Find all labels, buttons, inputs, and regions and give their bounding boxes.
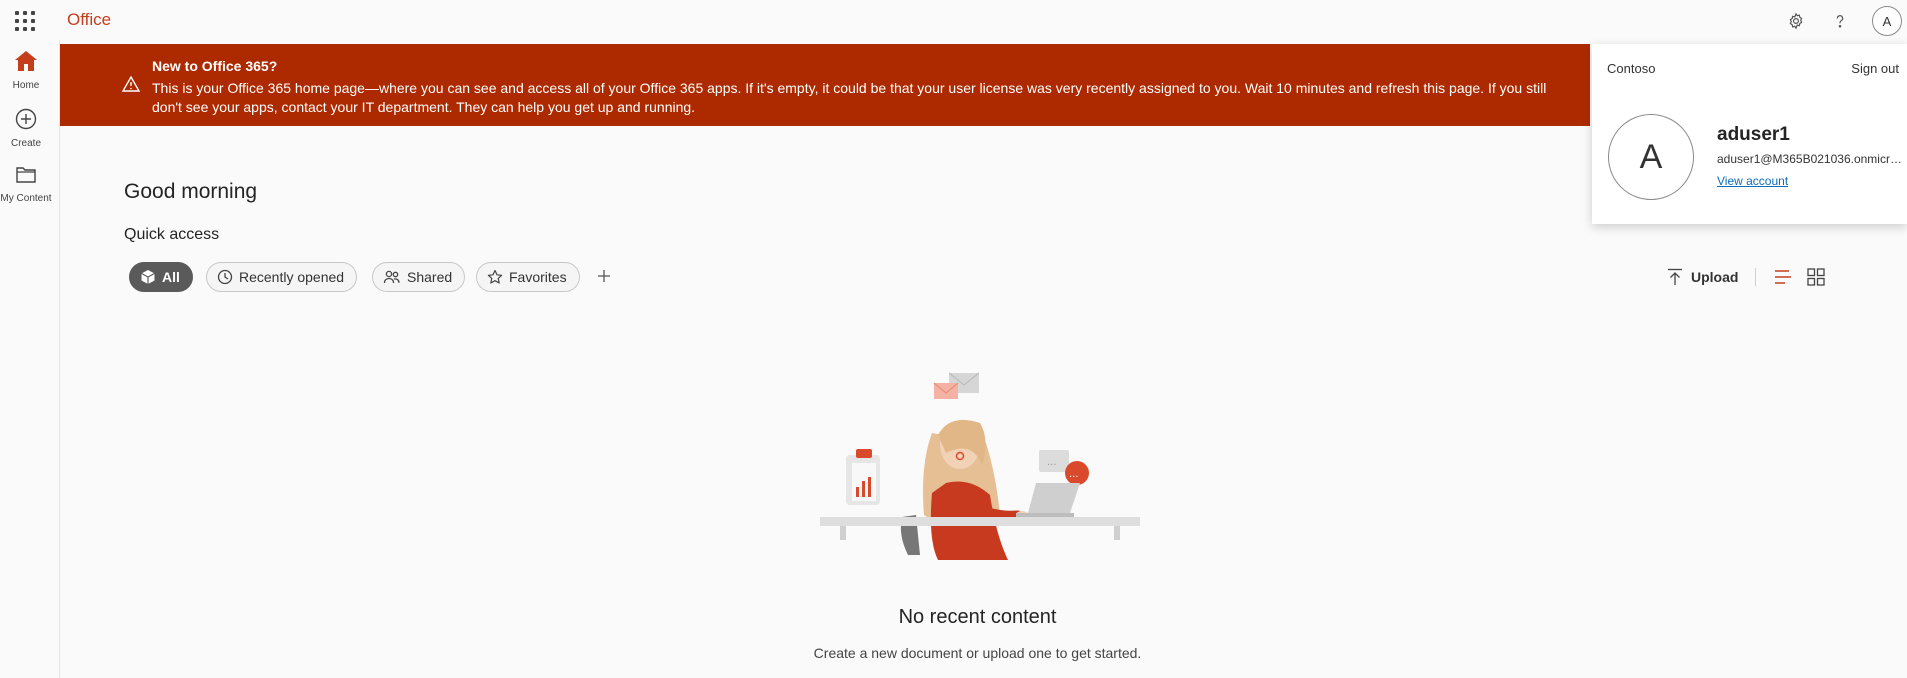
- filter-recently-opened-label: Recently opened: [239, 269, 345, 285]
- filter-favorites-label: Favorites: [509, 269, 567, 285]
- empty-state-subtitle: Create a new document or upload one to g…: [813, 645, 1142, 661]
- sign-out-link[interactable]: Sign out: [1851, 61, 1899, 76]
- welcome-banner: New to Office 365? This is your Office 3…: [60, 44, 1590, 126]
- account-avatar-large: A: [1608, 114, 1694, 200]
- help-icon[interactable]: [1827, 8, 1853, 34]
- folder-icon: [16, 167, 36, 183]
- rail-item-my-content[interactable]: My Content: [0, 165, 52, 204]
- settings-gear-icon[interactable]: [1783, 8, 1809, 34]
- add-filter-plus-icon[interactable]: [594, 266, 614, 286]
- filter-all-button[interactable]: All: [129, 262, 193, 292]
- svg-text:...: ...: [1069, 469, 1079, 480]
- rail-label-home: Home: [12, 80, 40, 91]
- people-icon: [383, 270, 400, 284]
- greeting-title: Good morning: [124, 180, 258, 203]
- rail-label-create: Create: [10, 138, 41, 149]
- filter-shared-button[interactable]: Shared: [372, 262, 466, 292]
- account-avatar[interactable]: A: [1872, 6, 1902, 36]
- app-launcher-icon[interactable]: [13, 9, 35, 31]
- star-icon: [487, 269, 503, 284]
- rail-item-create[interactable]: Create: [0, 108, 52, 149]
- office-brand[interactable]: Office: [67, 10, 111, 30]
- quick-access-heading: Quick access: [124, 226, 220, 243]
- tenant-name: Contoso: [1607, 61, 1656, 76]
- plus-circle-icon: [15, 108, 37, 130]
- top-bar: Office A: [0, 0, 1907, 40]
- rail-item-home[interactable]: Home: [0, 50, 52, 91]
- empty-state-illustration: ... ...: [820, 372, 1140, 560]
- view-account-link[interactable]: View account: [1717, 174, 1788, 188]
- rail-label-my-content: My Content: [0, 193, 52, 204]
- cube-icon: [141, 270, 155, 284]
- left-rail: Home Create My Content: [0, 40, 60, 678]
- svg-text:...: ...: [1047, 457, 1057, 468]
- account-flyout: Contoso Sign out A aduser1 aduser1@M365B…: [1592, 44, 1907, 224]
- upload-button[interactable]: Upload: [1667, 265, 1738, 289]
- account-name: aduser1: [1717, 124, 1790, 145]
- filter-favorites-button[interactable]: Favorites: [476, 262, 580, 292]
- upload-label: Upload: [1691, 269, 1739, 285]
- filter-all-label: All: [162, 269, 180, 285]
- toolbar-separator: [1755, 268, 1756, 286]
- banner-title: New to Office 365?: [152, 58, 278, 74]
- grid-view-icon[interactable]: [1805, 266, 1827, 288]
- list-view-icon[interactable]: [1772, 266, 1794, 288]
- home-icon: [15, 51, 37, 71]
- warning-icon: [122, 76, 140, 92]
- filter-shared-label: Shared: [407, 269, 453, 285]
- clock-icon: [217, 269, 233, 285]
- account-email: aduser1@M365B021036.onmicrosoft.com: [1717, 152, 1902, 166]
- empty-state-title: No recent content: [898, 606, 1057, 628]
- banner-text: This is your Office 365 home page—where …: [152, 80, 1547, 115]
- upload-arrow-icon: [1668, 268, 1682, 285]
- filter-recently-opened-button[interactable]: Recently opened: [206, 262, 358, 292]
